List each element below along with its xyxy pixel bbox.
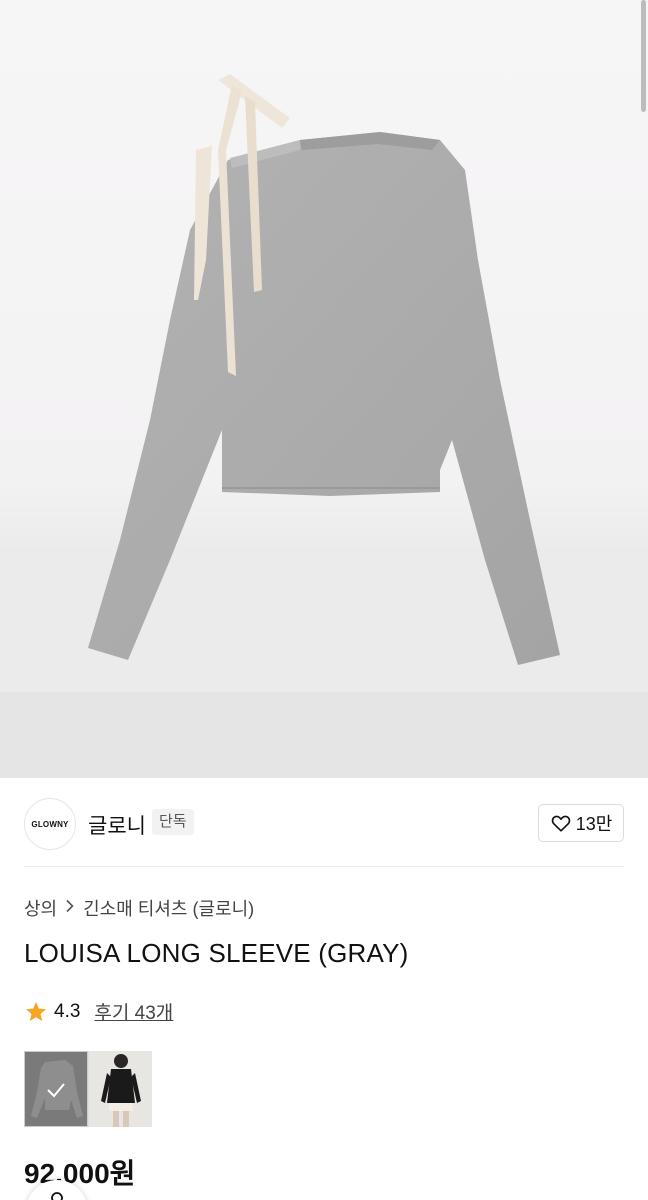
brand-logo[interactable]: GLOWNY [24, 798, 76, 850]
review-link[interactable]: 후기 43개 [94, 998, 173, 1025]
heart-outline-icon [551, 815, 570, 832]
variant-thumb-black[interactable] [88, 1051, 152, 1127]
variant-thumb-gray[interactable] [24, 1051, 88, 1127]
exclusive-badge: 단독 [152, 809, 194, 835]
like-count: 13만 [575, 814, 613, 834]
black-sweater-model-thumbnail [101, 1054, 141, 1127]
star-icon [26, 1001, 46, 1021]
brand-row: GLOWNY 글로니 단독 13만 [24, 796, 624, 852]
sweater-illustration [88, 74, 560, 665]
rating-row: 4.3 후기 43개 [24, 998, 173, 1025]
product-hero-image[interactable] [0, 0, 648, 778]
divider [24, 866, 624, 867]
breadcrumb: 상의 긴소매 티셔츠 (글로니) [24, 895, 254, 921]
scrollbar[interactable] [641, 0, 646, 112]
check-icon [47, 1083, 65, 1098]
chevron-right-icon [65, 899, 75, 918]
breadcrumb-category[interactable]: 상의 [24, 895, 57, 921]
person-icon [51, 1192, 63, 1200]
like-button[interactable]: 13만 [538, 804, 624, 842]
product-title: LOUISA LONG SLEEVE (GRAY) [24, 938, 409, 968]
brand-name-link[interactable]: 글로니 [88, 810, 146, 840]
rating-value: 4.3 [54, 1000, 81, 1022]
variant-thumbnails [24, 1051, 152, 1127]
breadcrumb-subcategory[interactable]: 긴소매 티셔츠 (글로니) [83, 895, 254, 921]
